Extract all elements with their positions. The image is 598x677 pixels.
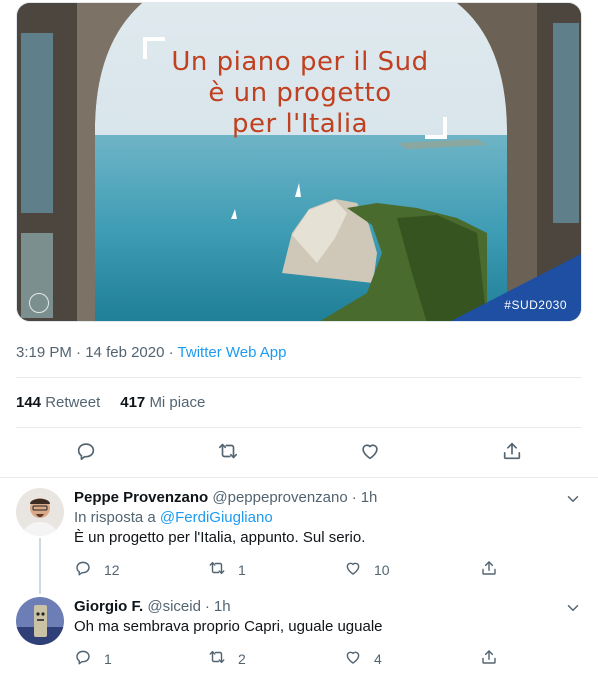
retweets-count: 144	[16, 394, 42, 411]
reply-action-bar: 1 2 4	[74, 648, 574, 668]
reply-action-bar: 12 1 10	[74, 559, 574, 579]
retweet-icon[interactable]	[217, 440, 239, 462]
image-headline: Un piano per il Sud è un progetto per l'…	[17, 47, 581, 140]
like-action[interactable]: 4	[344, 648, 382, 669]
tweet-source-link[interactable]: Twitter Web App	[178, 344, 287, 361]
reply-count: 1	[104, 650, 112, 667]
retweet-action[interactable]: 1	[208, 559, 246, 580]
retweet-icon	[208, 648, 226, 669]
like-icon[interactable]	[359, 440, 381, 462]
retweet-icon	[208, 559, 226, 580]
reply-header: Giorgio F. @siceid · 1h	[74, 597, 582, 617]
retweet-count: 2	[238, 650, 246, 667]
author-name[interactable]: Peppe Provenzano	[74, 489, 208, 506]
tweet-stats: 144 Retweet 417 Mi piace	[16, 394, 205, 411]
reply-text: È un progetto per l'Italia, appunto. Sul…	[74, 529, 366, 546]
reply-count: 12	[104, 561, 120, 578]
divider	[0, 477, 598, 478]
like-action[interactable]: 10	[344, 559, 390, 580]
reply-icon	[74, 559, 92, 580]
share-icon[interactable]	[501, 440, 523, 462]
headline-line-2: è un progetto	[208, 78, 392, 108]
avatar[interactable]	[16, 488, 64, 536]
like-icon	[344, 559, 362, 580]
tweet-time[interactable]: 3:19 PM	[16, 344, 72, 361]
like-count: 4	[374, 650, 382, 667]
divider	[16, 427, 582, 428]
meta-dot-2: ·	[168, 344, 174, 361]
tweet-meta: 3:19 PM · 14 feb 2020 · Twitter Web App	[16, 344, 287, 361]
avatar[interactable]	[16, 597, 64, 645]
retweet-action[interactable]: 2	[208, 648, 246, 669]
headline-line-1: Un piano per il Sud	[171, 47, 429, 77]
header-dot: ·	[204, 598, 210, 615]
reply-icon[interactable]	[75, 440, 97, 462]
thread-connector	[39, 538, 41, 594]
like-count: 10	[374, 561, 390, 578]
share-icon	[480, 559, 498, 580]
retweets-stat[interactable]: 144 Retweet	[16, 394, 100, 411]
share-action[interactable]	[480, 648, 498, 669]
headline-line-3: per l'Italia	[232, 109, 368, 139]
meta-dot: ·	[76, 344, 82, 361]
reply-body: Peppe Provenzano @peppeprovenzano · 1h In …	[74, 488, 582, 548]
likes-label: Mi piace	[149, 394, 206, 411]
author-handle[interactable]: @siceid	[147, 598, 201, 615]
in-reply-to: In risposta a @FerdiGiugliano	[74, 508, 582, 528]
likes-stat[interactable]: 417 Mi piace	[120, 394, 205, 411]
likes-count: 417	[120, 394, 146, 411]
divider	[16, 377, 582, 378]
chevron-down-icon[interactable]	[564, 490, 582, 508]
government-emblem-icon	[29, 293, 49, 313]
reply-body: Giorgio F. @siceid · 1h Oh ma sembrava pro…	[74, 597, 582, 637]
reply-time[interactable]: 1h	[214, 598, 231, 615]
reply-text: Oh ma sembrava proprio Capri, uguale ugu…	[74, 618, 383, 635]
tweet-date[interactable]: 14 feb 2020	[85, 344, 164, 361]
author-handle[interactable]: @peppeprovenzano	[212, 489, 347, 506]
like-icon	[344, 648, 362, 669]
reply-icon	[74, 648, 92, 669]
image-hashtag: #SUD2030	[504, 298, 567, 312]
reply-time[interactable]: 1h	[361, 489, 378, 506]
chevron-down-icon[interactable]	[564, 599, 582, 617]
reply-action[interactable]: 1	[74, 648, 112, 669]
retweets-label: Retweet	[45, 394, 101, 411]
author-name[interactable]: Giorgio F.	[74, 598, 143, 615]
in-reply-prefix: In risposta a	[74, 509, 156, 526]
retweet-count: 1	[238, 561, 246, 578]
share-action[interactable]	[480, 559, 498, 580]
reply-header: Peppe Provenzano @peppeprovenzano · 1h	[74, 488, 582, 508]
reply-action[interactable]: 12	[74, 559, 120, 580]
share-icon	[480, 648, 498, 669]
tweet-action-bar	[0, 436, 598, 468]
tweet-image[interactable]: Un piano per il Sud è un progetto per l'…	[16, 2, 582, 322]
header-dot: ·	[351, 489, 357, 506]
mention-link[interactable]: @FerdiGiugliano	[160, 509, 273, 526]
